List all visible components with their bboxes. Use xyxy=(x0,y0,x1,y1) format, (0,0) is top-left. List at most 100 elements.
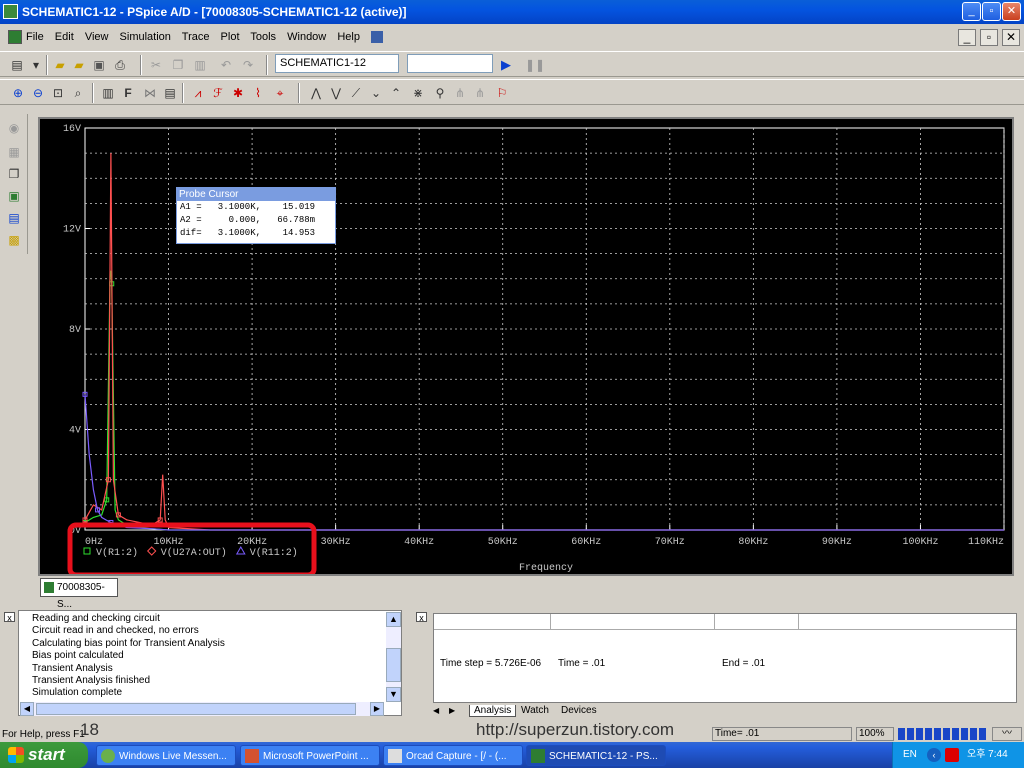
toolbar-separator xyxy=(298,83,300,103)
scroll-right-icon[interactable]: ▶ xyxy=(370,702,384,716)
zoom-fit-icon[interactable]: ⌕ xyxy=(70,85,86,101)
menu-edit[interactable]: Edit xyxy=(55,31,74,43)
doc-close-button[interactable]: ✕ xyxy=(1002,29,1020,46)
task-orcad-capture[interactable]: Orcad Capture - [/ - (... xyxy=(383,745,523,766)
save-icon[interactable]: ▣ xyxy=(91,57,107,73)
tab-analysis[interactable]: Analysis xyxy=(469,705,517,717)
add-trace-icon[interactable]: ⩘ xyxy=(190,85,206,101)
simulation-settings-icon[interactable]: ▩ xyxy=(6,232,22,248)
dropdown-arrow-icon[interactable]: ▾ xyxy=(28,57,44,73)
cursor-slope-icon[interactable]: ⟋ xyxy=(348,85,364,101)
tab-prev-icon[interactable]: ◀ xyxy=(433,706,439,715)
previous-transition-icon[interactable]: ⋔ xyxy=(472,85,488,101)
output-close-icon[interactable]: x xyxy=(4,612,15,623)
print-icon[interactable]: ⎙ xyxy=(112,57,128,73)
open-recent-icon[interactable]: ▰ xyxy=(71,57,87,73)
language-indicator[interactable]: EN xyxy=(903,742,917,768)
x-tick-label: 30KHz xyxy=(321,537,351,548)
task-messenger[interactable]: Windows Live Messen... xyxy=(96,745,236,766)
tab-watch[interactable]: Watch xyxy=(517,705,553,716)
antivirus-icon[interactable] xyxy=(945,748,959,762)
cursor-search-icon[interactable]: ⚲ xyxy=(432,85,448,101)
time-value: Time = .01 xyxy=(558,658,606,669)
cursor-trough-icon[interactable]: ⋁ xyxy=(328,85,344,101)
document-tab[interactable]: 70008305-S... xyxy=(40,578,118,610)
add-plot-icon[interactable]: ✱ xyxy=(230,85,246,101)
trace-v-r11-2- xyxy=(84,394,1004,531)
next-transition-icon[interactable]: ⋔ xyxy=(452,85,468,101)
y-axis-ticks: 16V12V8V4V0V xyxy=(63,124,90,537)
new-file-icon[interactable]: ▤ xyxy=(9,57,25,73)
output-horizontal-scrollbar[interactable]: ◀ ▶ xyxy=(20,702,384,716)
menu-file[interactable]: File xyxy=(26,31,44,43)
tab-next-icon[interactable]: ▶ xyxy=(449,706,455,715)
x-axis-label: Frequency xyxy=(519,563,573,574)
menu-help[interactable]: Help xyxy=(337,31,360,43)
view-output-file-icon[interactable]: ▤ xyxy=(6,210,22,226)
menu-trace[interactable]: Trace xyxy=(182,31,210,43)
performance-analysis-icon[interactable]: ⋈ xyxy=(142,85,158,101)
menu-window[interactable]: Window xyxy=(287,31,326,43)
eval-goal-function-icon[interactable]: ℱ xyxy=(210,85,226,101)
output-vertical-scrollbar[interactable]: ▲ ▼ xyxy=(386,612,401,702)
add-y-axis-icon[interactable]: ⌇ xyxy=(250,85,266,101)
output-window[interactable]: Reading and checking circuit Circuit read… xyxy=(18,610,402,716)
y-tick-label: 12V xyxy=(63,225,81,236)
fft-icon[interactable]: F xyxy=(120,85,136,101)
context-help-icon[interactable] xyxy=(371,31,383,44)
task-powerpoint[interactable]: Microsoft PowerPoint ... xyxy=(240,745,380,766)
pspice-app-icon xyxy=(3,4,18,19)
menu-simulation[interactable]: Simulation xyxy=(120,31,171,43)
scroll-down-icon[interactable]: ▼ xyxy=(386,687,401,702)
simulation-profile-select[interactable]: SCHEMATIC1-12 xyxy=(275,54,399,73)
menu-view[interactable]: View xyxy=(85,31,109,43)
sim-status-close-icon[interactable]: x xyxy=(416,612,427,623)
cursor-peak-icon[interactable]: ⋀ xyxy=(308,85,324,101)
probe-cursor-title: Probe Cursor xyxy=(177,188,335,201)
redo-icon[interactable]: ↷ xyxy=(240,57,256,73)
probe-cursor-window[interactable]: Probe Cursor A1 = 3.1000K, 15.019 A2 = 0.… xyxy=(176,187,336,244)
toggle-cursor-icon[interactable]: ⌖ xyxy=(272,85,288,101)
windows-logo-icon xyxy=(8,747,24,763)
open-folder-icon[interactable]: ▰ xyxy=(52,57,68,73)
cursor-min-icon[interactable]: ⌄ xyxy=(368,85,384,101)
log-y-icon[interactable]: ▤ xyxy=(162,85,178,101)
menu-tools[interactable]: Tools xyxy=(250,31,276,43)
run-play-icon[interactable]: ▶ xyxy=(498,57,514,73)
doc-restore-button[interactable]: ▫ xyxy=(980,29,998,46)
view-schematic-icon[interactable]: ▣ xyxy=(6,188,22,204)
tray-arrow-icon[interactable]: ‹ xyxy=(927,748,941,762)
doc-minimize-button[interactable]: _ xyxy=(958,29,976,46)
scroll-left-icon[interactable]: ◀ xyxy=(20,702,34,716)
pause-icon[interactable]: ❚❚ xyxy=(525,57,545,73)
undo-icon[interactable]: ↶ xyxy=(218,57,234,73)
toggle-symbols-icon[interactable]: ▦ xyxy=(6,144,22,160)
maximize-button[interactable]: ▫ xyxy=(982,2,1001,21)
scroll-thumb[interactable] xyxy=(386,648,401,682)
cursor-max-icon[interactable]: ⌃ xyxy=(388,85,404,101)
close-button[interactable]: ✕ xyxy=(1002,2,1021,21)
start-button[interactable]: start xyxy=(0,742,88,768)
menu-bar: File Edit View Simulation Trace Plot Too… xyxy=(0,26,1024,48)
zoom-out-icon[interactable]: ⊖ xyxy=(30,85,46,101)
paste-icon[interactable]: ▥ xyxy=(192,57,208,73)
mark-data-points-icon[interactable]: ◉ xyxy=(6,120,22,136)
copy-icon[interactable]: ❐ xyxy=(170,57,186,73)
plot-window[interactable]: 16V 12V 8V 4V 0V 0Hz 10KHz 20KHz 30KHz 40KHz 50KH… xyxy=(38,117,1014,576)
copy-to-clipboard-icon[interactable]: ❐ xyxy=(6,166,22,182)
zoom-area-icon[interactable]: ⊡ xyxy=(50,85,66,101)
hscroll-thumb[interactable] xyxy=(36,703,356,715)
mark-label-icon[interactable]: ⚐ xyxy=(494,85,510,101)
x-tick-label: 110KHz xyxy=(968,537,1004,548)
menu-plot[interactable]: Plot xyxy=(221,31,240,43)
cursor-point-icon[interactable]: ⋇ xyxy=(410,85,426,101)
zoom-in-icon[interactable]: ⊕ xyxy=(10,85,26,101)
tab-devices[interactable]: Devices xyxy=(557,705,601,716)
cut-icon[interactable]: ✂ xyxy=(148,57,164,73)
minimize-button[interactable]: _ xyxy=(962,2,981,21)
task-pspice[interactable]: SCHEMATIC1-12 - PS... xyxy=(526,745,666,766)
scroll-up-icon[interactable]: ▲ xyxy=(386,612,401,627)
profile-secondary-select[interactable] xyxy=(407,54,493,73)
y-tick-label: 8V xyxy=(69,325,81,336)
log-x-icon[interactable]: ▥ xyxy=(100,85,116,101)
